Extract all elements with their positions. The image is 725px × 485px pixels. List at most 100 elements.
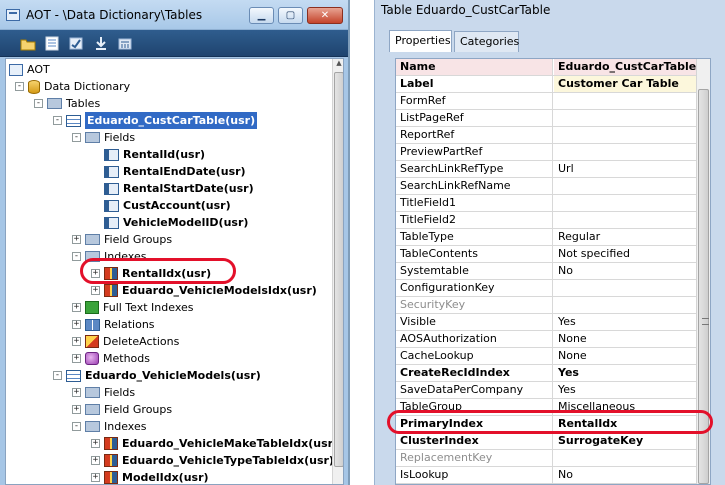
collapse-icon[interactable]: - — [72, 133, 81, 142]
property-row[interactable]: Systemtable No — [396, 263, 710, 280]
property-row[interactable]: ClusterIndex SurrogateKey — [396, 433, 710, 450]
tree-node[interactable]: + Methods — [72, 350, 150, 367]
property-value[interactable] — [554, 450, 710, 466]
property-row[interactable]: CacheLookup None — [396, 348, 710, 365]
collapse-icon[interactable]: - — [72, 252, 81, 261]
property-value[interactable]: RentalIdx — [554, 416, 710, 432]
property-value[interactable] — [554, 127, 710, 143]
tree-node[interactable]: - Fields — [72, 129, 135, 146]
property-value[interactable]: None — [554, 331, 710, 347]
tree-node[interactable]: RentalEndDate(usr) — [104, 163, 246, 180]
property-value[interactable] — [554, 280, 710, 296]
property-value[interactable]: SurrogateKey — [554, 433, 710, 449]
property-value[interactable]: Yes — [554, 365, 710, 381]
expand-icon[interactable]: + — [91, 473, 100, 482]
tree-node[interactable]: -AOT — [9, 61, 50, 78]
property-value[interactable] — [554, 93, 710, 109]
tree-scrollbar[interactable]: ▲ — [332, 59, 343, 484]
property-row[interactable]: FormRef — [396, 93, 710, 110]
property-row[interactable]: TitleField2 — [396, 212, 710, 229]
property-value[interactable]: Url — [554, 161, 710, 177]
tree-node[interactable]: + ModelIdx(usr) — [91, 469, 209, 484]
tree-node[interactable]: + Field Groups — [72, 231, 172, 248]
expand-icon[interactable]: + — [72, 337, 81, 346]
property-row[interactable]: PreviewPartRef — [396, 144, 710, 161]
compile-icon[interactable] — [68, 36, 84, 51]
property-row[interactable]: SecurityKey — [396, 297, 710, 314]
expand-icon[interactable]: + — [91, 286, 100, 295]
expand-icon[interactable]: + — [72, 388, 81, 397]
calculator-icon[interactable] — [117, 36, 133, 51]
property-row[interactable]: IsLookup No — [396, 467, 710, 484]
scroll-up-arrow[interactable]: ▲ — [333, 59, 343, 71]
property-value[interactable]: Yes — [554, 314, 710, 330]
tree-node[interactable]: + Field Groups — [72, 401, 172, 418]
tree-node[interactable]: + DeleteActions — [72, 333, 179, 350]
property-value[interactable] — [554, 212, 710, 228]
aot-title-bar[interactable]: AOT - \Data Dictionary\Tables ▁ ▢ ✕ — [0, 0, 348, 30]
properties-icon[interactable] — [44, 36, 60, 51]
expand-icon[interactable]: + — [72, 354, 81, 363]
tab-properties[interactable]: Properties — [389, 30, 452, 52]
maximize-button[interactable]: ▢ — [278, 7, 303, 24]
expand-icon[interactable]: + — [91, 269, 100, 278]
property-value[interactable]: Yes — [554, 382, 710, 398]
aot-tree[interactable]: -AOT-Data Dictionary-Tables-Eduardo_Cust… — [5, 58, 344, 485]
tree-node[interactable]: CustAccount(usr) — [104, 197, 231, 214]
tree-node[interactable]: + Full Text Indexes — [72, 299, 194, 316]
property-value[interactable]: Eduardo_CustCarTable — [554, 59, 710, 75]
property-row[interactable]: SearchLinkRefName — [396, 178, 710, 195]
property-row[interactable]: SaveDataPerCompany Yes — [396, 382, 710, 399]
property-grid[interactable]: Name Eduardo_CustCarTable Label Customer Ca… — [395, 58, 711, 485]
property-value[interactable]: Regular — [554, 229, 710, 245]
property-row[interactable]: Visible Yes — [396, 314, 710, 331]
property-row[interactable]: TitleField1 — [396, 195, 710, 212]
property-value[interactable] — [554, 144, 710, 160]
tree-node[interactable]: - Data Dictionary — [15, 78, 130, 95]
property-row[interactable]: Name Eduardo_CustCarTable — [396, 59, 710, 76]
property-value[interactable] — [554, 195, 710, 211]
property-grid-scrollbar[interactable] — [696, 59, 710, 484]
property-row[interactable]: ConfigurationKey — [396, 280, 710, 297]
tree-node[interactable]: + Eduardo_VehicleTypeTableIdx(usr) — [91, 452, 334, 469]
property-value[interactable]: No — [554, 263, 710, 279]
tree-node[interactable]: - Tables — [34, 95, 100, 112]
property-value[interactable]: None — [554, 348, 710, 364]
tree-node[interactable]: + Eduardo_VehicleModelsIdx(usr) — [91, 282, 317, 299]
expand-icon[interactable]: + — [72, 303, 81, 312]
property-row[interactable]: TableContents Not specified — [396, 246, 710, 263]
expand-icon[interactable]: + — [91, 456, 100, 465]
collapse-icon[interactable]: - — [34, 99, 43, 108]
tree-node[interactable]: - Eduardo_CustCarTable(usr) — [53, 112, 258, 129]
property-row[interactable]: ReplacementKey — [396, 450, 710, 467]
property-row[interactable]: ListPageRef — [396, 110, 710, 127]
tree-node[interactable]: - Indexes — [72, 418, 146, 435]
property-value[interactable] — [554, 297, 710, 313]
property-value[interactable] — [554, 110, 710, 126]
tree-node[interactable]: RentalStartDate(usr) — [104, 180, 254, 197]
expand-icon[interactable]: + — [72, 320, 81, 329]
tree-node[interactable]: VehicleModelID(usr) — [104, 214, 248, 231]
collapse-icon[interactable]: - — [53, 371, 62, 380]
tree-node[interactable]: + RentalIdx(usr) — [91, 265, 211, 282]
tree-node[interactable]: + Relations — [72, 316, 155, 333]
property-value[interactable]: Not specified — [554, 246, 710, 262]
property-row[interactable]: ReportRef — [396, 127, 710, 144]
property-row[interactable]: PrimaryIndex RentalIdx — [396, 416, 710, 433]
property-row[interactable]: AOSAuthorization None — [396, 331, 710, 348]
scroll-thumb[interactable] — [698, 89, 709, 484]
property-value[interactable]: Miscellaneous — [554, 399, 710, 415]
scroll-thumb[interactable] — [334, 72, 343, 467]
import-icon[interactable] — [93, 36, 109, 51]
minimize-button[interactable]: ▁ — [249, 7, 274, 24]
property-row[interactable]: SearchLinkRefType Url — [396, 161, 710, 178]
tree-node[interactable]: + Fields — [72, 384, 135, 401]
tab-categories[interactable]: Categories — [454, 31, 519, 52]
tree-node[interactable]: - Eduardo_VehicleModels(usr) — [53, 367, 261, 384]
tree-node[interactable]: RentalId(usr) — [104, 146, 205, 163]
collapse-icon[interactable]: - — [72, 422, 81, 431]
property-value[interactable]: Customer Car Table — [554, 76, 710, 92]
property-value[interactable] — [554, 178, 710, 194]
property-row[interactable]: CreateRecIdIndex Yes — [396, 365, 710, 382]
property-row[interactable]: Label Customer Car Table — [396, 76, 710, 93]
